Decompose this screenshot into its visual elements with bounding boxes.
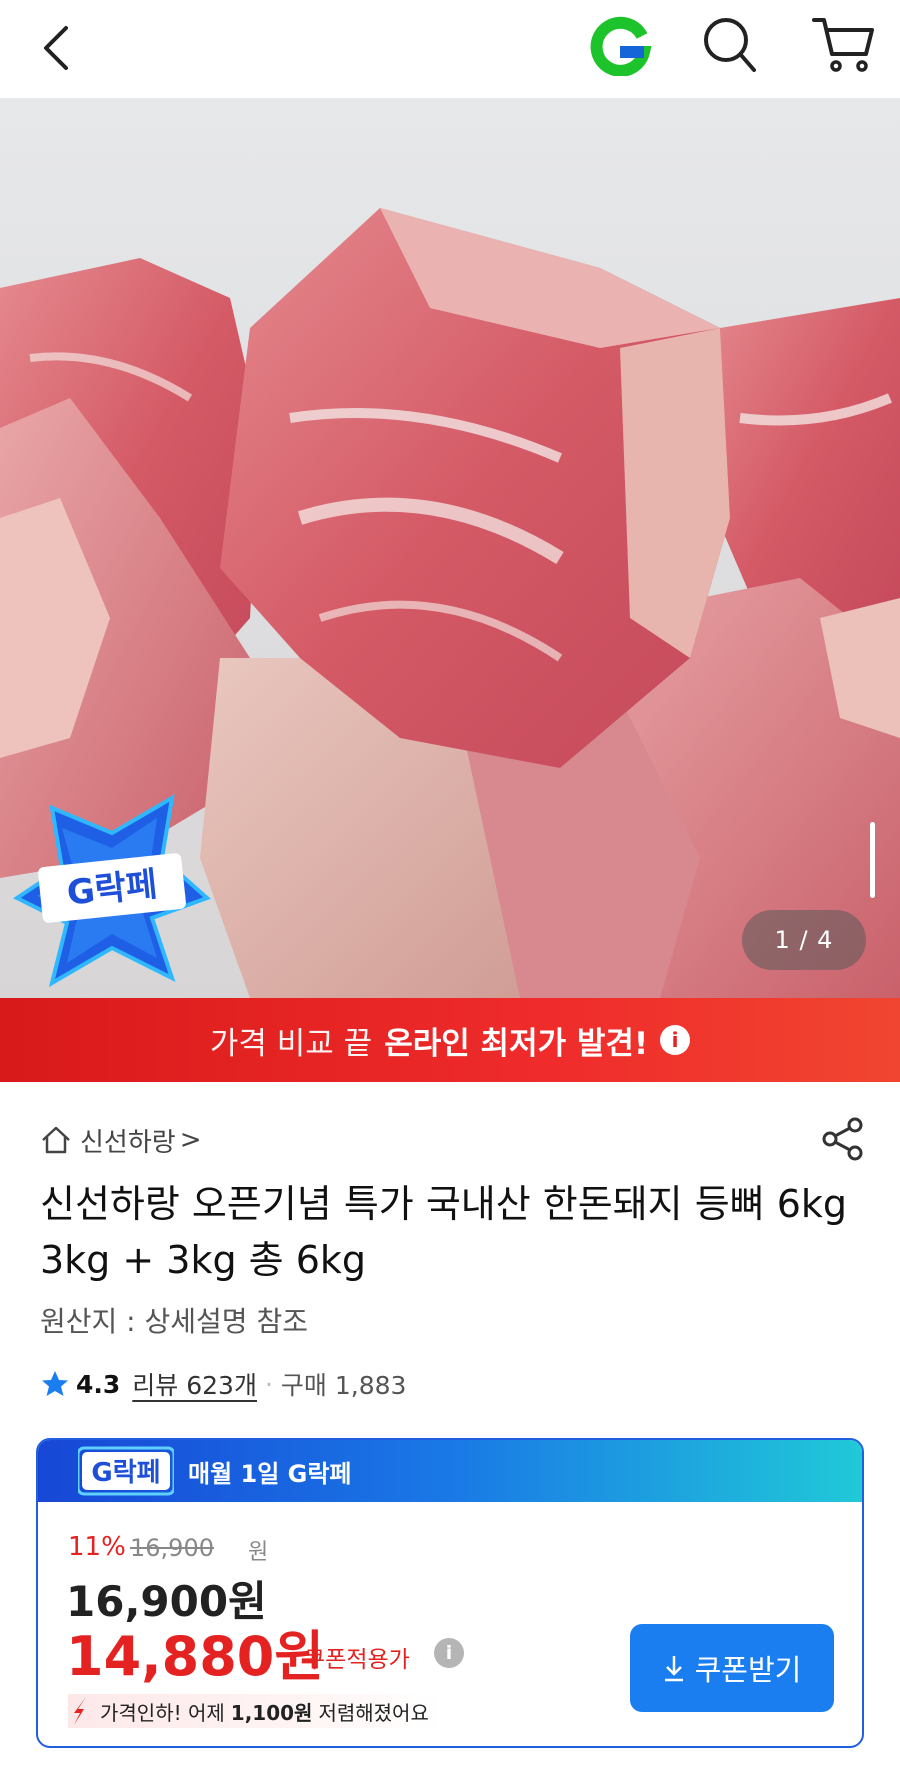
get-coupon-button[interactable]: 쿠폰받기 <box>630 1624 834 1712</box>
star-icon <box>42 1371 68 1396</box>
promo-card-header: G락페 매월 1일 G락페 <box>38 1440 862 1502</box>
chevron-right-icon: > <box>179 1125 202 1155</box>
drop-prefix: 가격인하! 어제 <box>100 1700 225 1725</box>
image-pager: 1 / 4 <box>742 910 866 970</box>
original-price-unit: 원 <box>248 1540 269 1565</box>
discount-percent: 11% <box>68 1532 126 1562</box>
coupon-button-label: 쿠폰받기 <box>694 1653 802 1687</box>
down-arrow-icon <box>74 1697 86 1725</box>
scroll-indicator <box>870 822 875 898</box>
promo-header-text: 매월 1일 G락페 <box>188 1459 352 1488</box>
review-link[interactable]: 리뷰 623개 <box>132 1366 257 1402</box>
product-image-carousel[interactable]: G락페 1 / 4 <box>0 98 900 998</box>
product-title: 신선하랑 오픈기념 특가 국내산 한돈돼지 등뼈 6kg 3kg + 3kg 총… <box>40 1182 848 1282</box>
purchase-count: 구매 1,883 <box>280 1371 407 1400</box>
rating-row: 4.3 리뷰 623개 · 구매 1,883 <box>40 1364 406 1404</box>
coupon-price: 14,880원 <box>66 1625 325 1688</box>
promo-price-card: G락페 매월 1일 G락페 11% 16,900 원 16,900원 14,88… <box>36 1438 864 1748</box>
chevron-left-icon[interactable] <box>36 20 80 76</box>
coupon-price-label: 쿠폰적용가 <box>304 1647 410 1673</box>
price-drop-notice: 가격인하! 어제 1,100원 저렴해졌어요 <box>68 1694 443 1728</box>
original-price: 16,900 <box>130 1534 214 1562</box>
gmarket-logo-icon[interactable] <box>588 16 652 76</box>
drop-amount: 1,100원 <box>230 1700 313 1725</box>
store-link[interactable]: 신선하랑 > <box>40 1122 201 1158</box>
mini-badge-text: G락페 <box>91 1458 160 1488</box>
info-icon[interactable]: i <box>434 1638 464 1668</box>
store-name: 신선하랑 <box>80 1127 176 1158</box>
product-origin: 원산지 : 상세설명 참조 <box>40 1305 308 1338</box>
rating-score: 4.3 <box>76 1369 121 1399</box>
banner-bold-text: 온라인 최저가 발견! <box>384 1025 649 1062</box>
g-rakpe-badge-icon: G락페 <box>13 794 211 988</box>
cart-icon[interactable] <box>810 12 876 76</box>
home-icon <box>42 1126 70 1154</box>
drop-suffix: 저렴해졌어요 <box>318 1700 429 1725</box>
banner-light-text: 가격 비교 끝 <box>209 1025 373 1062</box>
top-bar <box>0 0 900 98</box>
info-icon[interactable]: i <box>660 1025 691 1055</box>
g-rakpe-mini-badge-icon: G락페 <box>78 1446 174 1496</box>
download-icon <box>664 1656 683 1682</box>
lowest-price-banner[interactable]: 가격 비교 끝 온라인 최저가 발견! i <box>0 998 900 1082</box>
share-icon[interactable] <box>820 1116 866 1162</box>
search-icon[interactable] <box>700 14 760 76</box>
separator-dot: · <box>264 1369 273 1399</box>
